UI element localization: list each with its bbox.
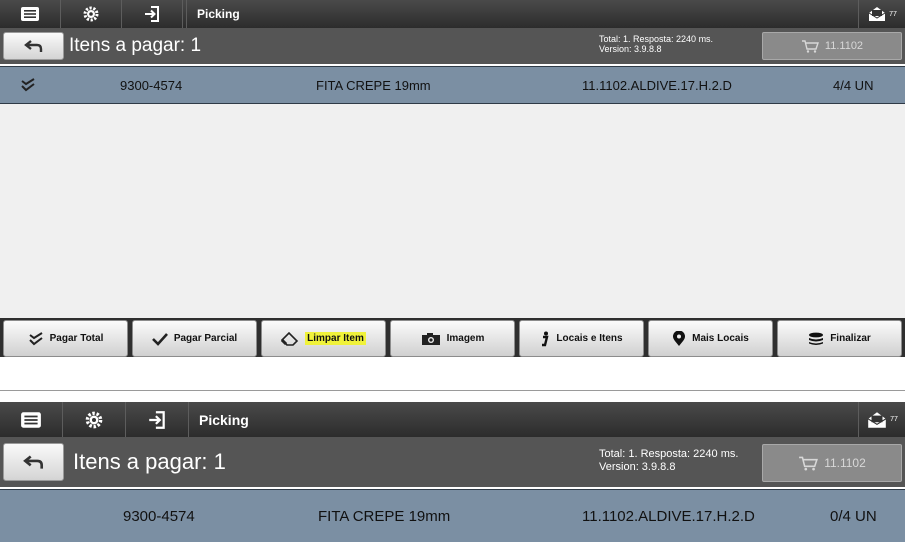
response-info: Total: 1. Resposta: 2240 ms. Version: 3.… (599, 448, 738, 474)
check-icon (151, 332, 168, 346)
image-button[interactable]: Imagem (390, 320, 515, 357)
item-code: 9300-4574 (120, 77, 183, 93)
version-label: Version: 3.9.8.8 (599, 44, 662, 54)
location-pin-icon (673, 330, 686, 346)
menu-icon (21, 411, 41, 428)
clear-item-button[interactable]: Limpar Item (261, 320, 386, 357)
image-label: Imagem (446, 333, 485, 344)
more-locations-button[interactable]: Mais Locais (648, 320, 773, 357)
cart-button[interactable]: 11.1102 (762, 32, 902, 60)
screenshot-after: Picking 77 Itens a pagar: 1 Total: 1. Re… (0, 402, 905, 545)
messages-button[interactable]: 77 (858, 402, 905, 437)
sign-in-icon (149, 410, 165, 429)
menu-icon (21, 7, 39, 21)
database-icon (809, 332, 824, 345)
action-bar: Pagar Total Pagar Parcial Limpar Item Im… (0, 318, 905, 357)
item-location: 11.1102.ALDIVE.17.H.2.D (582, 507, 755, 525)
screenshot-before: Picking 77 Itens a pagar: 1 Total: 1. Re… (0, 0, 905, 360)
settings-button[interactable] (61, 0, 122, 28)
top-toolbar: Picking 77 (0, 402, 905, 438)
login-button[interactable] (126, 402, 189, 437)
messages-button[interactable]: 77 (858, 0, 905, 28)
back-button[interactable] (3, 443, 64, 481)
item-quantity: 4/4 UN (833, 77, 874, 93)
cart-label: 11.1102 (824, 40, 864, 52)
picking-item-row[interactable]: 9300-4574 FITA CREPE 19mm 11.1102.ALDIVE… (0, 66, 905, 104)
status-icon (20, 67, 36, 103)
finish-button[interactable]: Finalizar (777, 320, 902, 357)
app-title: Picking (188, 402, 249, 437)
item-code: 9300-4574 (123, 507, 195, 525)
list-empty-area (0, 104, 905, 318)
pay-total-label: Pagar Total (49, 333, 104, 344)
finish-label: Finalizar (830, 333, 871, 344)
locations-items-label: Locais e Itens (556, 333, 623, 344)
app-title: Picking (186, 0, 240, 28)
items-to-pick-title: Itens a pagar: 1 (73, 449, 226, 474)
eraser-icon (281, 331, 299, 346)
pay-partial-button[interactable]: Pagar Parcial (132, 320, 257, 357)
pay-partial-label: Pagar Parcial (173, 333, 238, 344)
item-description: FITA CREPE 19mm (318, 507, 451, 525)
locations-items-button[interactable]: Locais e Itens (519, 320, 644, 357)
response-total: Total: 1. Resposta: 2240 ms. (599, 34, 714, 44)
gear-icon (85, 411, 103, 428)
back-arrow-icon (23, 40, 42, 52)
item-description: FITA CREPE 19mm (316, 77, 431, 93)
menu-button[interactable] (0, 0, 61, 28)
version-label: Version: 3.9.8.8 (599, 461, 676, 473)
cart-label: 11.1102 (824, 456, 866, 470)
item-location: 11.1102.ALDIVE.17.H.2.D (582, 77, 732, 93)
sign-in-icon (145, 6, 159, 22)
header-bar: Itens a pagar: 1 Total: 1. Resposta: 224… (0, 437, 905, 487)
more-locations-label: Mais Locais (692, 333, 749, 344)
settings-button[interactable] (63, 402, 126, 437)
header-bar: Itens a pagar: 1 Total: 1. Resposta: 224… (0, 28, 905, 64)
item-quantity: 0/4 UN (830, 507, 877, 525)
mail-open-icon (868, 7, 886, 21)
back-arrow-icon (22, 455, 43, 469)
info-icon (542, 331, 549, 346)
screenshot-divider (0, 390, 905, 391)
clear-item-label: Limpar Item (305, 332, 366, 345)
menu-button[interactable] (0, 402, 63, 437)
response-info: Total: 1. Resposta: 2240 ms. Version: 3.… (599, 34, 713, 54)
top-toolbar: Picking 77 (0, 0, 905, 29)
pay-total-button[interactable]: Pagar Total (3, 320, 128, 357)
double-check-icon (28, 331, 43, 345)
message-count: 77 (890, 416, 898, 423)
cart-icon (799, 456, 819, 471)
items-to-pick-title: Itens a pagar: 1 (69, 35, 202, 56)
gear-icon (83, 6, 99, 22)
cart-button[interactable]: 11.1102 (762, 444, 902, 482)
double-check-icon (21, 78, 35, 92)
login-button[interactable] (122, 0, 183, 28)
response-total: Total: 1. Resposta: 2240 ms. (599, 448, 739, 460)
message-count: 77 (889, 10, 897, 18)
cart-icon (801, 40, 819, 53)
mail-open-icon (868, 411, 887, 428)
camera-icon (421, 332, 440, 345)
picking-item-row[interactable]: 9300-4574 FITA CREPE 19mm 11.1102.ALDIVE… (0, 489, 905, 542)
back-button[interactable] (3, 32, 64, 60)
